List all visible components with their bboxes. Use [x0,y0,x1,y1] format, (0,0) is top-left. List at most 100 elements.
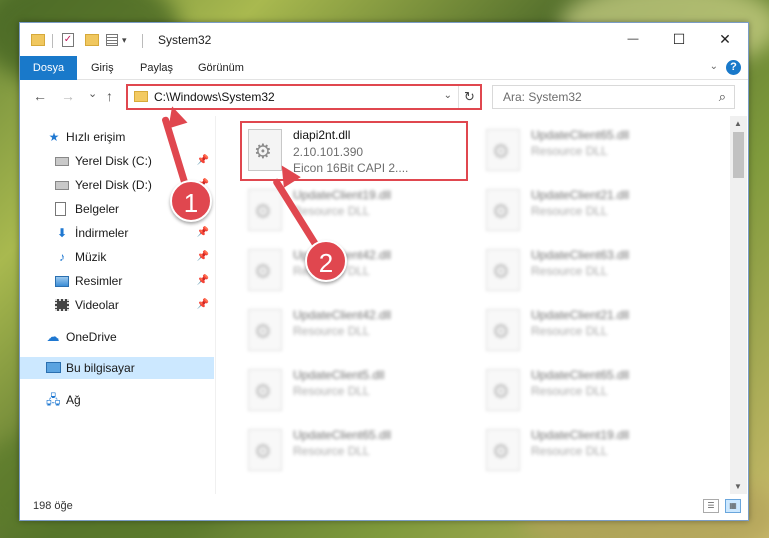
file-item[interactable]: ⚙ UpdateClient19.dll Resource DLL [478,421,713,479]
file-type: Resource DLL [531,444,608,458]
dll-file-icon: ⚙ [248,429,282,471]
minimize-button[interactable]: — [610,23,656,55]
sidebar-item-local-disk-c[interactable]: Yerel Disk (C:) 📌 [20,150,214,172]
star-icon: ★ [48,130,60,144]
file-item[interactable]: ⚙ UpdateClient65.dll Resource DLL [240,421,475,479]
file-type: Resource DLL [293,444,370,458]
help-icon[interactable]: ? [726,60,741,75]
navigation-pane: ★ Hızlı erişim Yerel Disk (C:) 📌 Yerel D… [20,116,216,494]
drive-icon [55,154,69,168]
details-view-button[interactable]: ☰ [703,499,719,513]
dll-file-icon: ⚙ [486,429,520,471]
file-type: Resource DLL [293,384,370,398]
file-name: UpdateClient65.dll [531,128,630,142]
sidebar-item-this-pc[interactable]: Bu bilgisayar [20,357,214,379]
file-item[interactable]: ⚙ UpdateClient42.dll Resource DLL [240,241,475,299]
gear-icon: ⚙ [254,201,272,223]
file-type: Resource DLL [531,264,608,278]
network-icon: 🖧 [46,392,61,407]
explorer-window: ✓ ▾ System32 — ☐ ✕ Dosya Giriş Paylaş Gö… [19,22,749,521]
dll-file-icon: ⚙ [248,189,282,231]
sidebar-item-label: Ağ [66,393,81,407]
close-button[interactable]: ✕ [702,23,748,55]
tab-file[interactable]: Dosya [20,56,77,80]
file-name: UpdateClient65.dll [531,368,630,382]
sidebar-item-onedrive[interactable]: ☁ OneDrive [20,326,214,348]
new-folder-icon[interactable] [85,34,99,46]
folder-icon [31,34,45,46]
file-item[interactable]: ⚙ UpdateClient19.dll Resource DLL [240,181,475,239]
tiles-view-button[interactable]: ▦ [725,499,741,513]
properties-icon[interactable]: ✓ [62,33,74,47]
dll-file-icon: ⚙ [486,249,520,291]
chevron-down-icon[interactable]: ⌄ [710,61,718,72]
gear-icon: ⚙ [492,321,510,343]
file-item[interactable]: ⚙ UpdateClient63.dll Resource DLL [478,241,713,299]
gear-icon: ⚙ [254,441,272,463]
dll-file-icon: ⚙ [486,129,520,171]
tab-view[interactable]: Görünüm [189,56,253,80]
pin-icon[interactable]: 📌 [197,275,209,286]
file-item[interactable]: ⚙ UpdateClient21.dll Resource DLL [478,181,713,239]
scroll-down-arrow-icon[interactable]: ▼ [734,482,742,491]
file-name: UpdateClient65.dll [293,428,392,442]
sidebar-item-pictures[interactable]: Resimler 📌 [20,270,214,292]
recent-locations-button[interactable]: ⌄ [88,87,97,100]
vertical-scrollbar[interactable]: ▲ ▼ [730,116,747,494]
music-icon: ♪ [59,250,65,264]
pin-icon[interactable]: 📌 [197,227,209,238]
sidebar-item-label: Resimler [75,274,123,288]
sidebar-item-quick-access[interactable]: ★ Hızlı erişim [20,126,214,148]
file-name: UpdateClient21.dll [531,188,630,202]
gear-icon: ⚙ [492,441,510,463]
document-icon [55,202,69,216]
pin-icon[interactable]: 📌 [197,155,209,166]
file-name: UpdateClient19.dll [531,428,630,442]
file-item[interactable]: ⚙ UpdateClient65.dll Resource DLL [478,361,713,419]
file-item[interactable]: ⚙ UpdateClient42.dll Resource DLL [240,301,475,359]
scrollbar-thumb[interactable] [733,132,744,178]
computer-icon [46,361,61,375]
sidebar-item-label: Belgeler [75,202,120,216]
file-item[interactable]: ⚙ UpdateClient65.dll Resource DLL [478,121,713,179]
file-name: UpdateClient19.dll [293,188,392,202]
customize-icon[interactable] [106,34,118,46]
sidebar-item-videos[interactable]: Videolar 📌 [20,294,214,316]
dll-file-icon: ⚙ [486,309,520,351]
pin-icon[interactable]: 📌 [197,299,209,310]
file-item[interactable]: ⚙ UpdateClient21.dll Resource DLL [478,301,713,359]
gear-icon: ⚙ [254,321,272,343]
search-input[interactable]: Ara: System32 ⌕ [492,85,735,109]
dll-file-icon: ⚙ [248,369,282,411]
up-button[interactable]: ↑ [106,88,113,104]
file-item[interactable]: ⚙ UpdateClient5.dll Resource DLL [240,361,475,419]
tab-share[interactable]: Paylaş [131,56,182,80]
forward-button[interactable]: → [61,88,75,104]
cloud-icon: ☁ [46,329,60,344]
file-type: Resource DLL [293,324,370,338]
sidebar-item-label: İndirmeler [75,226,129,240]
pin-icon[interactable]: 📌 [197,251,209,262]
sidebar-item-label: Videolar [75,298,119,312]
gear-icon: ⚙ [254,261,272,283]
sidebar-item-downloads[interactable]: ⬇ İndirmeler 📌 [20,222,214,244]
annotation-badge-2: 2 [305,240,347,282]
navigation-bar: ← → ⌄ ↑ C:\Windows\System32 ⌄ ↻ Ara: Sys… [20,81,748,115]
back-button[interactable]: ← [33,88,47,104]
file-name: UpdateClient63.dll [531,248,630,262]
dll-file-icon: ⚙ [486,189,520,231]
scroll-up-arrow-icon[interactable]: ▲ [734,119,742,128]
search-icon[interactable]: ⌕ [719,89,726,105]
sidebar-item-music[interactable]: ♪ Müzik 📌 [20,246,214,268]
file-name: UpdateClient21.dll [531,308,630,322]
drive-icon [55,178,69,192]
gear-icon: ⚙ [492,201,510,223]
file-name: UpdateClient42.dll [293,308,392,322]
window-title: System32 [158,33,212,47]
annotation-badge-1: 1 [170,180,212,222]
maximize-button[interactable]: ☐ [656,23,702,55]
sidebar-item-network[interactable]: 🖧 Ağ [20,389,214,411]
quick-access-dropdown[interactable]: ▾ [122,35,127,51]
tab-home[interactable]: Giriş [82,56,123,80]
file-type: Resource DLL [531,324,608,338]
